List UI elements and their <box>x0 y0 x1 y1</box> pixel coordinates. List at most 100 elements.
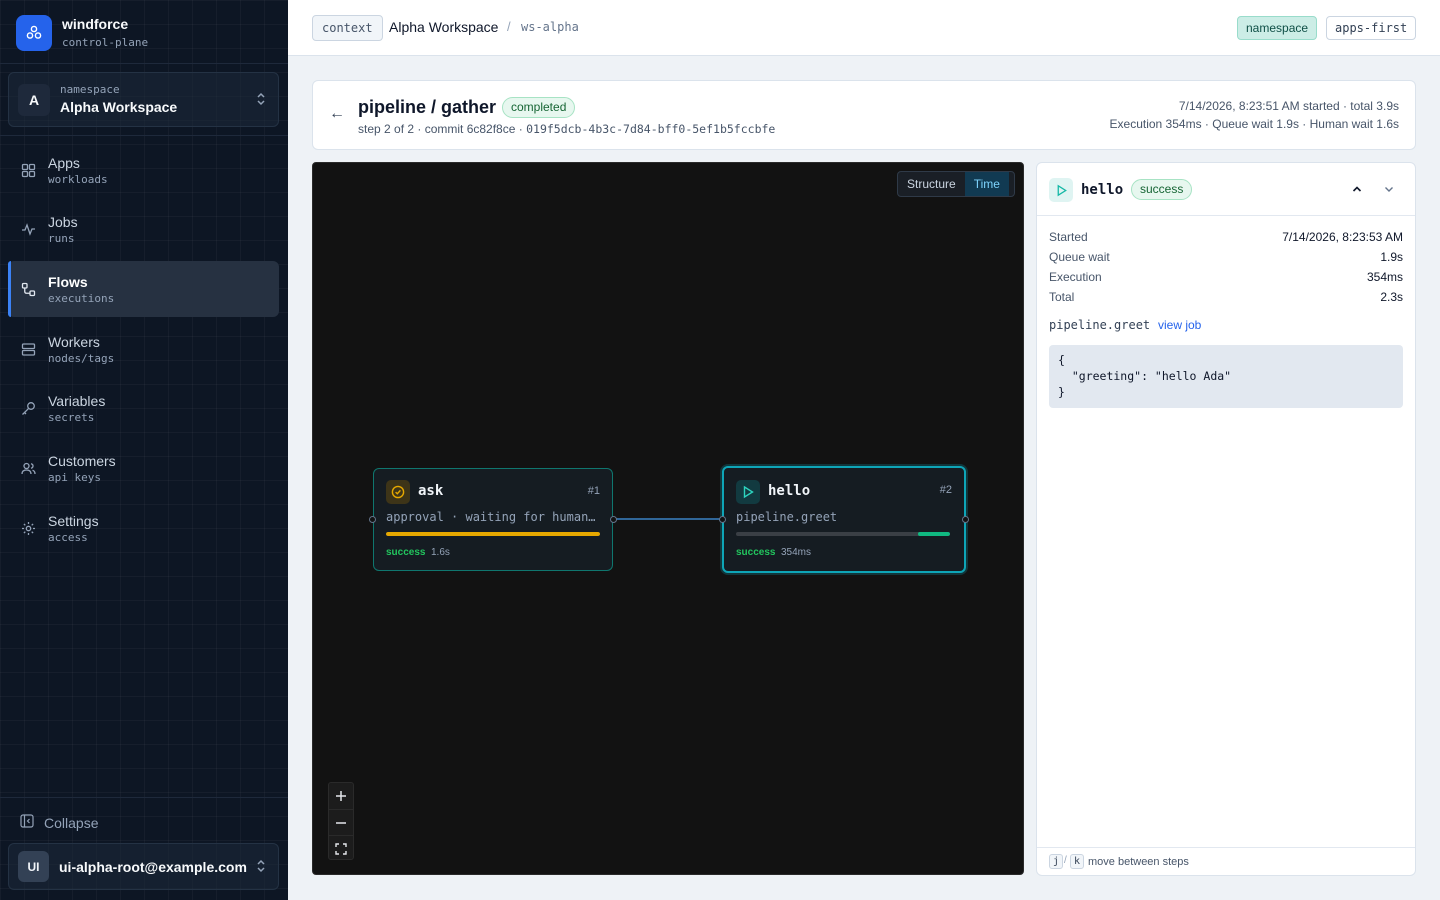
mode-pill[interactable]: apps-first <box>1326 16 1417 40</box>
divider <box>0 63 288 64</box>
node-output-port <box>610 516 617 523</box>
fit-view-button[interactable] <box>329 835 353 861</box>
namespace-name: Alpha Workspace <box>60 99 178 115</box>
node-duration: 354ms <box>781 547 812 558</box>
sidebar-item-settings[interactable]: Settings access <box>8 500 279 556</box>
sidebar-item-label: Variables <box>48 393 106 410</box>
windforce-logo-icon <box>16 15 52 51</box>
collapse-label: Collapse <box>44 815 99 831</box>
run-summary: ← pipeline / gather completed step 2 of … <box>312 80 1416 150</box>
zoom-out-button[interactable] <box>329 809 353 835</box>
step-detail-panel: hello success Started 7/14/2026, 8:23:53… <box>1036 162 1416 876</box>
detail-value: 7/14/2026, 8:23:53 AM <box>1282 230 1403 244</box>
sidebar-item-sublabel: access <box>48 530 88 544</box>
collapse-sidebar-button[interactable]: Collapse <box>20 813 98 833</box>
breadcrumb-separator: / <box>507 19 511 34</box>
detail-row-queue-wait: Queue wait 1.9s <box>1049 249 1403 265</box>
flow-node-hello[interactable]: hello #2 pipeline.greet success 354ms <box>719 466 969 573</box>
step-name: hello <box>1081 182 1124 198</box>
user-email: ui-alpha-root@example.com <box>59 858 247 875</box>
run-timing-breakdown: Execution 354ms · Queue wait 1.9s · Huma… <box>1109 117 1399 131</box>
step-info: step 2 of 2 · commit 6c82f8ce · <box>358 122 523 136</box>
node-input-port <box>369 516 376 523</box>
play-icon <box>736 480 760 504</box>
next-step-button[interactable] <box>1381 181 1397 197</box>
sidebar: windforce control-plane A namespace Alph… <box>0 0 288 900</box>
status-badge: completed <box>502 97 576 118</box>
top-bar: context Alpha Workspace / ws-alpha names… <box>288 0 1440 56</box>
namespace-label: namespace <box>60 83 120 96</box>
kbd-separator: / <box>1064 855 1067 866</box>
sidebar-item-sublabel: api keys <box>48 470 101 484</box>
sidebar-item-sublabel: workloads <box>48 172 108 186</box>
detail-value: 354ms <box>1366 270 1403 284</box>
sidebar-item-customers[interactable]: Customers api keys <box>8 440 279 496</box>
namespace-avatar: A <box>18 83 50 116</box>
divider <box>0 797 288 798</box>
page-title: pipeline / gather <box>358 97 497 117</box>
detail-value: 1.9s <box>1380 250 1403 264</box>
node-timeline-track <box>386 532 600 536</box>
sidebar-item-jobs[interactable]: Jobs runs <box>8 202 279 258</box>
previous-step-button[interactable] <box>1349 181 1365 197</box>
job-reference: pipeline.greet <box>1049 318 1151 332</box>
sidebar-item-sublabel: nodes/tags <box>48 351 115 365</box>
namespace-switcher[interactable]: A namespace Alpha Workspace <box>8 72 279 127</box>
breadcrumb-workspace[interactable]: Alpha Workspace <box>389 18 498 36</box>
flow-graph-canvas[interactable]: Structure Time ask #1 approval · waiting… <box>312 162 1024 875</box>
run-timing-started: 7/14/2026, 8:23:51 AM started · total 3.… <box>1178 99 1399 113</box>
node-timeline-bar <box>386 532 600 536</box>
node-number: #1 <box>587 485 600 497</box>
flow-node-ask[interactable]: ask #1 approval · waiting for human appr… <box>369 468 617 571</box>
chevron-up-down-icon <box>256 92 266 111</box>
sidebar-item-variables[interactable]: Variables secrets <box>8 381 279 437</box>
sidebar-item-label: Flows <box>48 273 88 290</box>
user-menu[interactable]: UI ui-alpha-root@example.com <box>8 843 279 890</box>
detail-row-execution: Execution 354ms <box>1049 269 1403 285</box>
detail-value: 2.3s <box>1380 290 1403 304</box>
sidebar-item-sublabel: runs <box>48 232 75 246</box>
sidebar-item-label: Apps <box>48 154 80 171</box>
sidebar-item-flows[interactable]: Flows executions <box>8 261 279 318</box>
sidebar-item-label: Jobs <box>48 214 78 231</box>
keyboard-hint: j / k move between steps <box>1037 847 1415 875</box>
detail-row-started: Started 7/14/2026, 8:23:53 AM <box>1049 229 1403 245</box>
kbd-k: k <box>1070 854 1085 869</box>
node-status: success <box>736 547 776 558</box>
sidebar-item-workers[interactable]: Workers nodes/tags <box>8 321 279 377</box>
detail-key: Started <box>1049 230 1088 244</box>
brand: windforce control-plane <box>16 14 148 52</box>
node-detail: pipeline.greet <box>736 510 838 524</box>
activity-icon <box>20 222 36 238</box>
back-button[interactable]: ← <box>329 105 345 125</box>
node-input-port <box>719 516 726 523</box>
chevron-up-down-icon <box>256 859 266 878</box>
play-icon <box>1049 178 1073 202</box>
step-output-json: { "greeting": "hello Ada" } <box>1049 345 1403 408</box>
node-name: ask <box>418 483 444 499</box>
zoom-in-button[interactable] <box>329 783 353 809</box>
collapse-icon <box>20 813 34 833</box>
context-tag: context <box>312 15 383 41</box>
sidebar-item-sublabel: secrets <box>48 411 95 425</box>
detail-key: Execution <box>1049 270 1102 284</box>
sidebar-item-apps[interactable]: Apps workloads <box>8 142 279 198</box>
breadcrumb-workspace-id: ws-alpha <box>521 20 579 34</box>
sidebar-nav: Apps workloads Jobs runs Flows execution… <box>8 142 279 560</box>
server-icon <box>20 341 36 357</box>
run-meta: step 2 of 2 · commit 6c82f8ce · 019f5dcb… <box>358 122 775 137</box>
sidebar-item-label: Customers <box>48 452 116 469</box>
sidebar-item-label: Settings <box>48 512 99 529</box>
approval-check-icon <box>386 480 410 504</box>
grid-icon <box>20 162 36 178</box>
namespace-pill[interactable]: namespace <box>1237 16 1318 40</box>
app-subtitle: control-plane <box>62 35 149 49</box>
status-badge: success <box>1131 179 1193 200</box>
avatar: UI <box>18 851 49 882</box>
node-output-port <box>962 516 969 523</box>
users-icon <box>20 460 36 476</box>
node-detail: approval · waiting for human approval <box>386 510 601 524</box>
node-duration: 1.6s <box>431 547 450 558</box>
flow-icon <box>20 281 36 297</box>
view-job-link[interactable]: view job <box>1158 317 1201 333</box>
